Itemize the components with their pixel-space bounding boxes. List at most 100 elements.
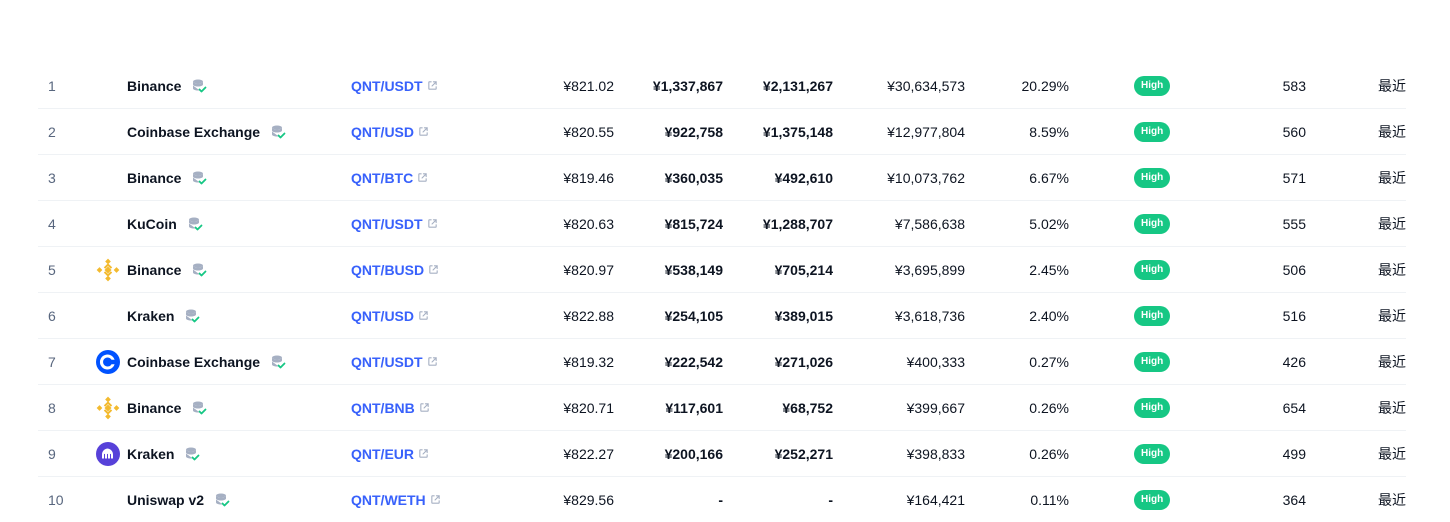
- verified-reserves-icon[interactable]: [191, 400, 207, 416]
- exchange-name-cell[interactable]: Kraken: [127, 293, 200, 338]
- external-link-icon[interactable]: [419, 402, 430, 413]
- depth-plus-2-cell: ¥538,149: [664, 261, 723, 278]
- table-row[interactable]: 8 Binance QNT/BNB ¥820.71 ¥117,601 ¥68,752 ¥39…: [38, 385, 1406, 431]
- depth-plus-2-cell: ¥360,035: [664, 169, 723, 186]
- exchange-name[interactable]: Coinbase Exchange: [127, 354, 260, 370]
- confidence-badge[interactable]: High: [1134, 259, 1171, 280]
- external-link-icon[interactable]: [418, 126, 429, 137]
- pair-cell[interactable]: QNT/USD: [351, 109, 429, 154]
- external-link-icon[interactable]: [427, 218, 438, 229]
- pair-cell[interactable]: QNT/BUSD: [351, 247, 439, 292]
- table-row[interactable]: 6 Kraken QNT/USD ¥822.88 ¥254,105 ¥389,015 ¥3,…: [38, 293, 1406, 339]
- pair-cell[interactable]: QNT/BNB: [351, 385, 430, 430]
- pair-cell[interactable]: QNT/USDT: [351, 201, 438, 246]
- table-row[interactable]: 7 Coinbase Exchange QNT/USDT ¥819.32 ¥222,54…: [38, 339, 1406, 385]
- rank-cell: 9: [48, 445, 56, 462]
- exchange-name[interactable]: Coinbase Exchange: [127, 124, 260, 140]
- verified-reserves-icon[interactable]: [270, 354, 286, 370]
- updated-cell: 最近: [1378, 307, 1406, 324]
- exchange-name-cell[interactable]: Binance: [127, 63, 207, 108]
- external-link-icon[interactable]: [418, 448, 429, 459]
- verified-reserves-icon[interactable]: [184, 446, 200, 462]
- confidence-badge[interactable]: High: [1134, 397, 1171, 418]
- confidence-cell: High: [1134, 155, 1171, 200]
- price-cell: ¥822.88: [563, 307, 614, 324]
- exchange-name-cell[interactable]: Binance: [127, 155, 207, 200]
- exchange-name[interactable]: Kraken: [127, 446, 174, 462]
- exchange-logo: [96, 293, 120, 338]
- pair-link[interactable]: QNT/USD: [351, 124, 414, 140]
- rank-cell: 6: [48, 307, 56, 324]
- pair-cell[interactable]: QNT/USDT: [351, 339, 438, 384]
- exchange-name[interactable]: Binance: [127, 262, 181, 278]
- verified-reserves-icon[interactable]: [191, 170, 207, 186]
- price-cell: ¥821.02: [563, 77, 614, 94]
- exchange-name[interactable]: Binance: [127, 400, 181, 416]
- table-row[interactable]: 4 KuCoin QNT/USDT ¥820.63 ¥815,724 ¥1,288,707…: [38, 201, 1406, 247]
- confidence-badge[interactable]: High: [1134, 443, 1171, 464]
- exchange-name-cell[interactable]: Coinbase Exchange: [127, 339, 286, 384]
- confidence-badge[interactable]: High: [1134, 75, 1171, 96]
- external-link-icon[interactable]: [418, 310, 429, 321]
- depth-minus-2-cell: ¥389,015: [774, 307, 833, 324]
- pair-link[interactable]: QNT/USD: [351, 308, 414, 324]
- exchange-name[interactable]: Kraken: [127, 308, 174, 324]
- exchange-name-cell[interactable]: Kraken: [127, 431, 200, 476]
- volume-share-cell: 0.27%: [1029, 353, 1069, 370]
- pair-link[interactable]: QNT/BUSD: [351, 262, 424, 278]
- volume-share-cell: 0.26%: [1029, 445, 1069, 462]
- liquidity-score-cell: 555: [1282, 215, 1306, 232]
- exchange-name-cell[interactable]: Coinbase Exchange: [127, 109, 286, 154]
- confidence-badge[interactable]: High: [1134, 213, 1171, 234]
- pair-link[interactable]: QNT/USDT: [351, 216, 423, 232]
- confidence-badge[interactable]: High: [1134, 121, 1171, 142]
- verified-reserves-icon[interactable]: [184, 308, 200, 324]
- liquidity-score-cell: 506: [1282, 261, 1306, 278]
- pair-cell[interactable]: QNT/USD: [351, 293, 429, 338]
- external-link-icon[interactable]: [427, 356, 438, 367]
- exchange-name-cell[interactable]: KuCoin: [127, 201, 203, 246]
- volume-share-cell: 2.40%: [1029, 307, 1069, 324]
- volume-cell: ¥12,977,804: [887, 123, 965, 140]
- table-row[interactable]: 9 Kraken QNT/EUR ¥822.27 ¥200,166 ¥252,271 ¥39…: [38, 431, 1406, 477]
- verified-reserves-icon[interactable]: [191, 78, 207, 94]
- pair-link[interactable]: QNT/BTC: [351, 170, 413, 186]
- updated-cell: 最近: [1378, 399, 1406, 416]
- exchange-name[interactable]: Binance: [127, 170, 181, 186]
- depth-plus-2-cell: ¥200,166: [664, 445, 723, 462]
- pair-link[interactable]: QNT/EUR: [351, 446, 414, 462]
- pair-link[interactable]: QNT/USDT: [351, 354, 423, 370]
- confidence-badge[interactable]: High: [1134, 167, 1171, 188]
- exchange-name-cell[interactable]: Binance: [127, 385, 207, 430]
- liquidity-score-cell: 571: [1282, 169, 1306, 186]
- table-row[interactable]: 3 Binance QNT/BTC ¥819.46 ¥360,035 ¥492,610 ¥1…: [38, 155, 1406, 201]
- updated-cell: 最近: [1378, 261, 1406, 278]
- external-link-icon[interactable]: [417, 172, 428, 183]
- table-row[interactable]: 5 Binance QNT/BUSD ¥820.97 ¥538,149 ¥705,214 ¥…: [38, 247, 1406, 293]
- exchange-name[interactable]: KuCoin: [127, 216, 177, 232]
- external-link-icon[interactable]: [428, 264, 439, 275]
- volume-cell: ¥3,618,736: [894, 307, 965, 324]
- verified-reserves-icon[interactable]: [270, 124, 286, 140]
- table-row[interactable]: 1 Binance QNT/USDT ¥821.02 ¥1,337,867 ¥2,131,…: [38, 63, 1406, 109]
- verified-reserves-icon[interactable]: [191, 262, 207, 278]
- depth-minus-2-cell: ¥1,375,148: [762, 123, 833, 140]
- external-link-icon[interactable]: [427, 80, 438, 91]
- pair-cell[interactable]: QNT/EUR: [351, 431, 429, 476]
- depth-plus-2-cell: ¥222,542: [664, 353, 723, 370]
- confidence-cell: High: [1134, 201, 1171, 246]
- exchange-name-cell[interactable]: Binance: [127, 247, 207, 292]
- verified-reserves-icon[interactable]: [187, 216, 203, 232]
- exchange-name[interactable]: Binance: [127, 78, 181, 94]
- volume-cell: ¥7,586,638: [894, 215, 965, 232]
- pair-cell[interactable]: QNT/BTC: [351, 155, 428, 200]
- pair-link[interactable]: QNT/BNB: [351, 400, 415, 416]
- confidence-badge[interactable]: High: [1134, 305, 1171, 326]
- table-row[interactable]: 2 Coinbase Exchange QNT/USD ¥820.55 ¥922,758…: [38, 109, 1406, 155]
- price-cell: ¥820.63: [563, 215, 614, 232]
- confidence-badge[interactable]: High: [1134, 351, 1171, 372]
- depth-minus-2-cell: ¥252,271: [774, 445, 833, 462]
- pair-cell[interactable]: QNT/USDT: [351, 63, 438, 108]
- rank-cell: 2: [48, 123, 56, 140]
- pair-link[interactable]: QNT/USDT: [351, 78, 423, 94]
